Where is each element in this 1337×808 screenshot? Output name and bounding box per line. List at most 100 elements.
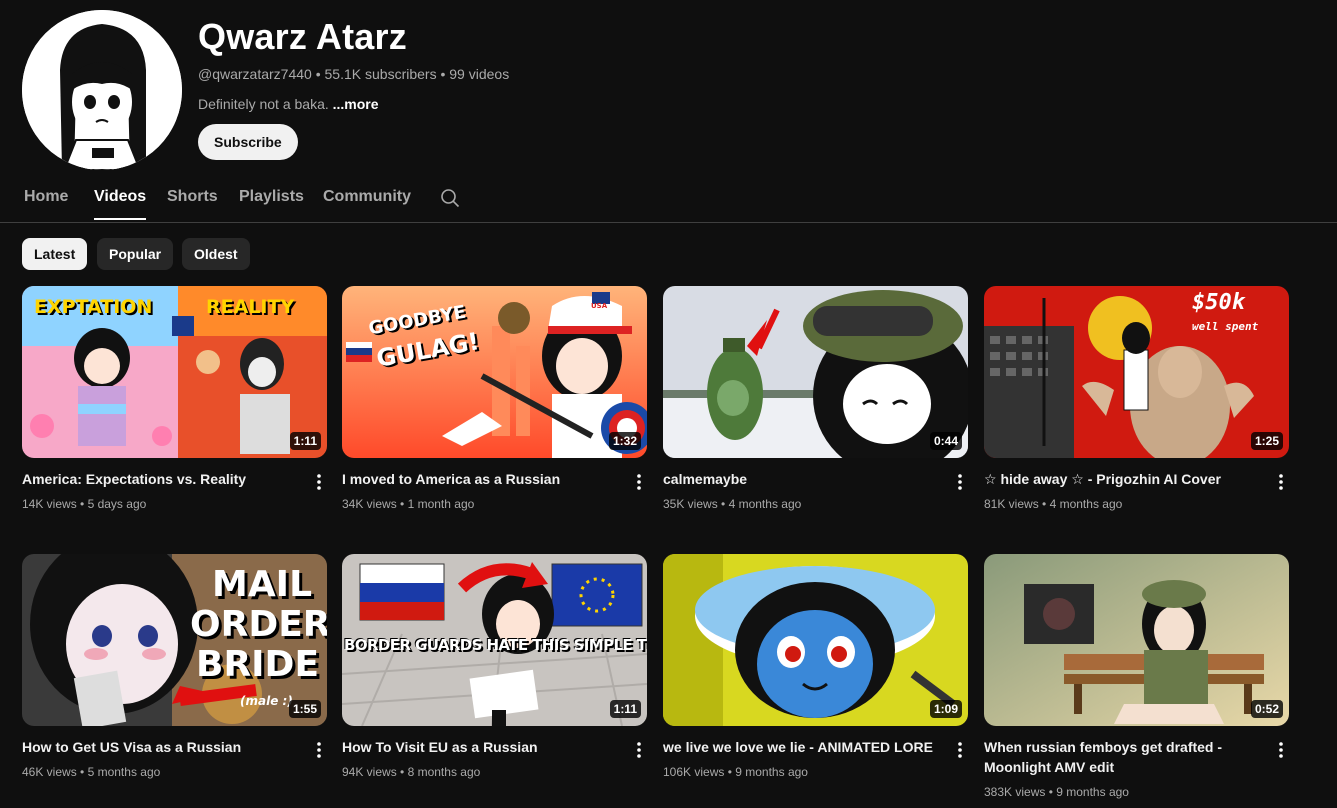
video-card[interactable]: $50k well spent 1:25 ☆ hide away ☆ - Pri… (984, 286, 1289, 511)
more-options-icon[interactable] (1273, 472, 1289, 492)
subscribe-button[interactable]: Subscribe (198, 124, 298, 160)
thumb-text: BORDER GUARDS HATE THIS SIMPLE TRICK (344, 636, 647, 654)
video-stats: 383K views • 9 months ago (984, 785, 1129, 799)
view-count: 46K views (22, 765, 77, 779)
upload-age: 5 days ago (87, 497, 147, 511)
upload-age: 4 months ago (1049, 497, 1123, 511)
channel-avatar[interactable] (22, 10, 182, 170)
video-title-text[interactable]: we live we love we lie - ANIMATED LORE (663, 739, 933, 755)
video-stats: 35K views • 4 months ago (663, 497, 802, 511)
video-title-text[interactable]: calmemaybe (663, 471, 747, 487)
thumb-text: EXPTATION (34, 296, 153, 318)
channel-description[interactable]: Definitely not a baka. ...more (198, 96, 379, 112)
thumb-text: MAIL (212, 564, 313, 605)
video-title[interactable]: How to Get US Visa as a Russian (22, 737, 292, 757)
description-text: Definitely not a baka. (198, 96, 329, 112)
video-title[interactable]: America: Expectations vs. Reality (22, 469, 292, 489)
search-icon[interactable] (440, 188, 460, 208)
tab-videos[interactable]: Videos (94, 188, 147, 220)
tab-shorts[interactable]: Shorts (167, 188, 218, 218)
tab-home[interactable]: Home (24, 188, 68, 218)
video-duration: 0:52 (1250, 700, 1283, 718)
view-count: 94K views (342, 765, 397, 779)
video-duration: 1:11 (609, 700, 641, 718)
upload-age: 8 months ago (407, 765, 481, 779)
video-stats: 106K views • 9 months ago (663, 765, 808, 779)
more-link[interactable]: ...more (333, 96, 379, 112)
video-card[interactable]: MAIL ORDER BRIDE (male :) 1:55 How to Ge… (22, 554, 327, 779)
upload-age: 4 months ago (728, 497, 802, 511)
more-options-icon[interactable] (631, 740, 647, 760)
upload-age: 5 months ago (87, 765, 161, 779)
channel-tabs: Home Videos Shorts Playlists Community (0, 180, 1337, 223)
video-stats: 81K views • 4 months ago (984, 497, 1123, 511)
video-card[interactable]: 1:09 we live we love we lie - ANIMATED L… (663, 554, 968, 779)
video-title[interactable]: calmemaybe (663, 469, 933, 489)
thumb-text: ORDER (190, 604, 327, 645)
more-options-icon[interactable] (631, 472, 647, 492)
video-thumbnail[interactable]: 0:44 (663, 286, 968, 458)
video-title-text[interactable]: How to Get US Visa as a Russian (22, 739, 241, 755)
video-thumbnail[interactable]: 0:52 (984, 554, 1289, 726)
video-duration: 0:44 (929, 432, 962, 450)
video-thumbnail[interactable]: EXPTATION REALITY 1:11 (22, 286, 327, 458)
video-duration: 1:09 (929, 700, 962, 718)
video-stats: 46K views • 5 months ago (22, 765, 161, 779)
video-title[interactable]: we live we love we lie - ANIMATED LORE (663, 737, 933, 757)
thumb-text: REALITY (206, 296, 295, 318)
video-card[interactable]: GOODBYE GULAG! USA 1:32 I moved to Ameri… (342, 286, 647, 511)
view-count: 383K views (984, 785, 1046, 799)
video-thumbnail[interactable]: 1:09 (663, 554, 968, 726)
video-thumbnail[interactable]: MAIL ORDER BRIDE (male :) 1:55 (22, 554, 327, 726)
video-thumbnail[interactable]: BORDER GUARDS HATE THIS SIMPLE TRICK 1:1… (342, 554, 647, 726)
filter-latest[interactable]: Latest (22, 238, 88, 270)
thumb-text: (male :) (240, 694, 293, 708)
more-options-icon[interactable] (1273, 740, 1289, 760)
more-options-icon[interactable] (311, 472, 327, 492)
video-duration: 1:11 (289, 432, 321, 450)
video-title-text[interactable]: I moved to America as a Russian (342, 471, 560, 487)
more-options-icon[interactable] (952, 472, 968, 492)
more-options-icon[interactable] (311, 740, 327, 760)
thumb-text: $50k (1192, 290, 1245, 315)
video-title-text[interactable]: ☆ hide away ☆ - Prigozhin AI Cover (984, 471, 1221, 487)
video-duration: 1:55 (288, 700, 321, 718)
thumb-text: USA (591, 302, 608, 310)
video-card[interactable]: BORDER GUARDS HATE THIS SIMPLE TRICK 1:1… (342, 554, 647, 779)
video-thumbnail[interactable]: $50k well spent 1:25 (984, 286, 1289, 458)
video-title[interactable]: When russian femboys get drafted - Moonl… (984, 737, 1254, 777)
subscriber-count: 55.1K subscribers (324, 66, 437, 82)
video-title-line2[interactable]: Moonlight AMV edit (984, 757, 1254, 777)
more-options-icon[interactable] (952, 740, 968, 760)
video-title-text[interactable]: How To Visit EU as a Russian (342, 739, 538, 755)
upload-age: 1 month ago (407, 497, 475, 511)
thumb-text: BRIDE (196, 644, 320, 685)
video-card[interactable]: EXPTATION REALITY 1:11 America: Expectat… (22, 286, 327, 511)
tab-community[interactable]: Community (323, 188, 411, 218)
channel-name: Qwarz Atarz (198, 16, 407, 57)
video-stats: 34K views • 1 month ago (342, 497, 475, 511)
view-count: 106K views (663, 765, 725, 779)
upload-age: 9 months ago (735, 765, 808, 779)
video-title[interactable]: ☆ hide away ☆ - Prigozhin AI Cover (984, 469, 1254, 489)
view-count: 34K views (342, 497, 397, 511)
video-title[interactable]: I moved to America as a Russian (342, 469, 612, 489)
channel-meta: @qwarzatarz7440 • 55.1K subscribers • 99… (198, 66, 510, 82)
view-count: 35K views (663, 497, 718, 511)
video-card[interactable]: 0:52 When russian femboys get drafted - … (984, 554, 1289, 799)
filter-popular[interactable]: Popular (97, 238, 174, 270)
video-card[interactable]: 0:44 calmemaybe 35K views • 4 months ago (663, 286, 968, 511)
video-title-text[interactable]: America: Expectations vs. Reality (22, 471, 246, 487)
video-stats: 14K views • 5 days ago (22, 497, 147, 511)
view-count: 81K views (984, 497, 1039, 511)
filter-oldest[interactable]: Oldest (182, 238, 250, 270)
video-thumbnail[interactable]: GOODBYE GULAG! USA 1:32 (342, 286, 647, 458)
tab-playlists[interactable]: Playlists (239, 188, 304, 218)
channel-handle: @qwarzatarz7440 (198, 66, 312, 82)
video-duration: 1:25 (1250, 432, 1283, 450)
video-duration: 1:32 (608, 432, 641, 450)
video-title[interactable]: How To Visit EU as a Russian (342, 737, 612, 757)
video-title-line1[interactable]: When russian femboys get drafted - (984, 737, 1254, 757)
video-count: 99 videos (449, 66, 510, 82)
upload-age: 9 months ago (1056, 785, 1129, 799)
